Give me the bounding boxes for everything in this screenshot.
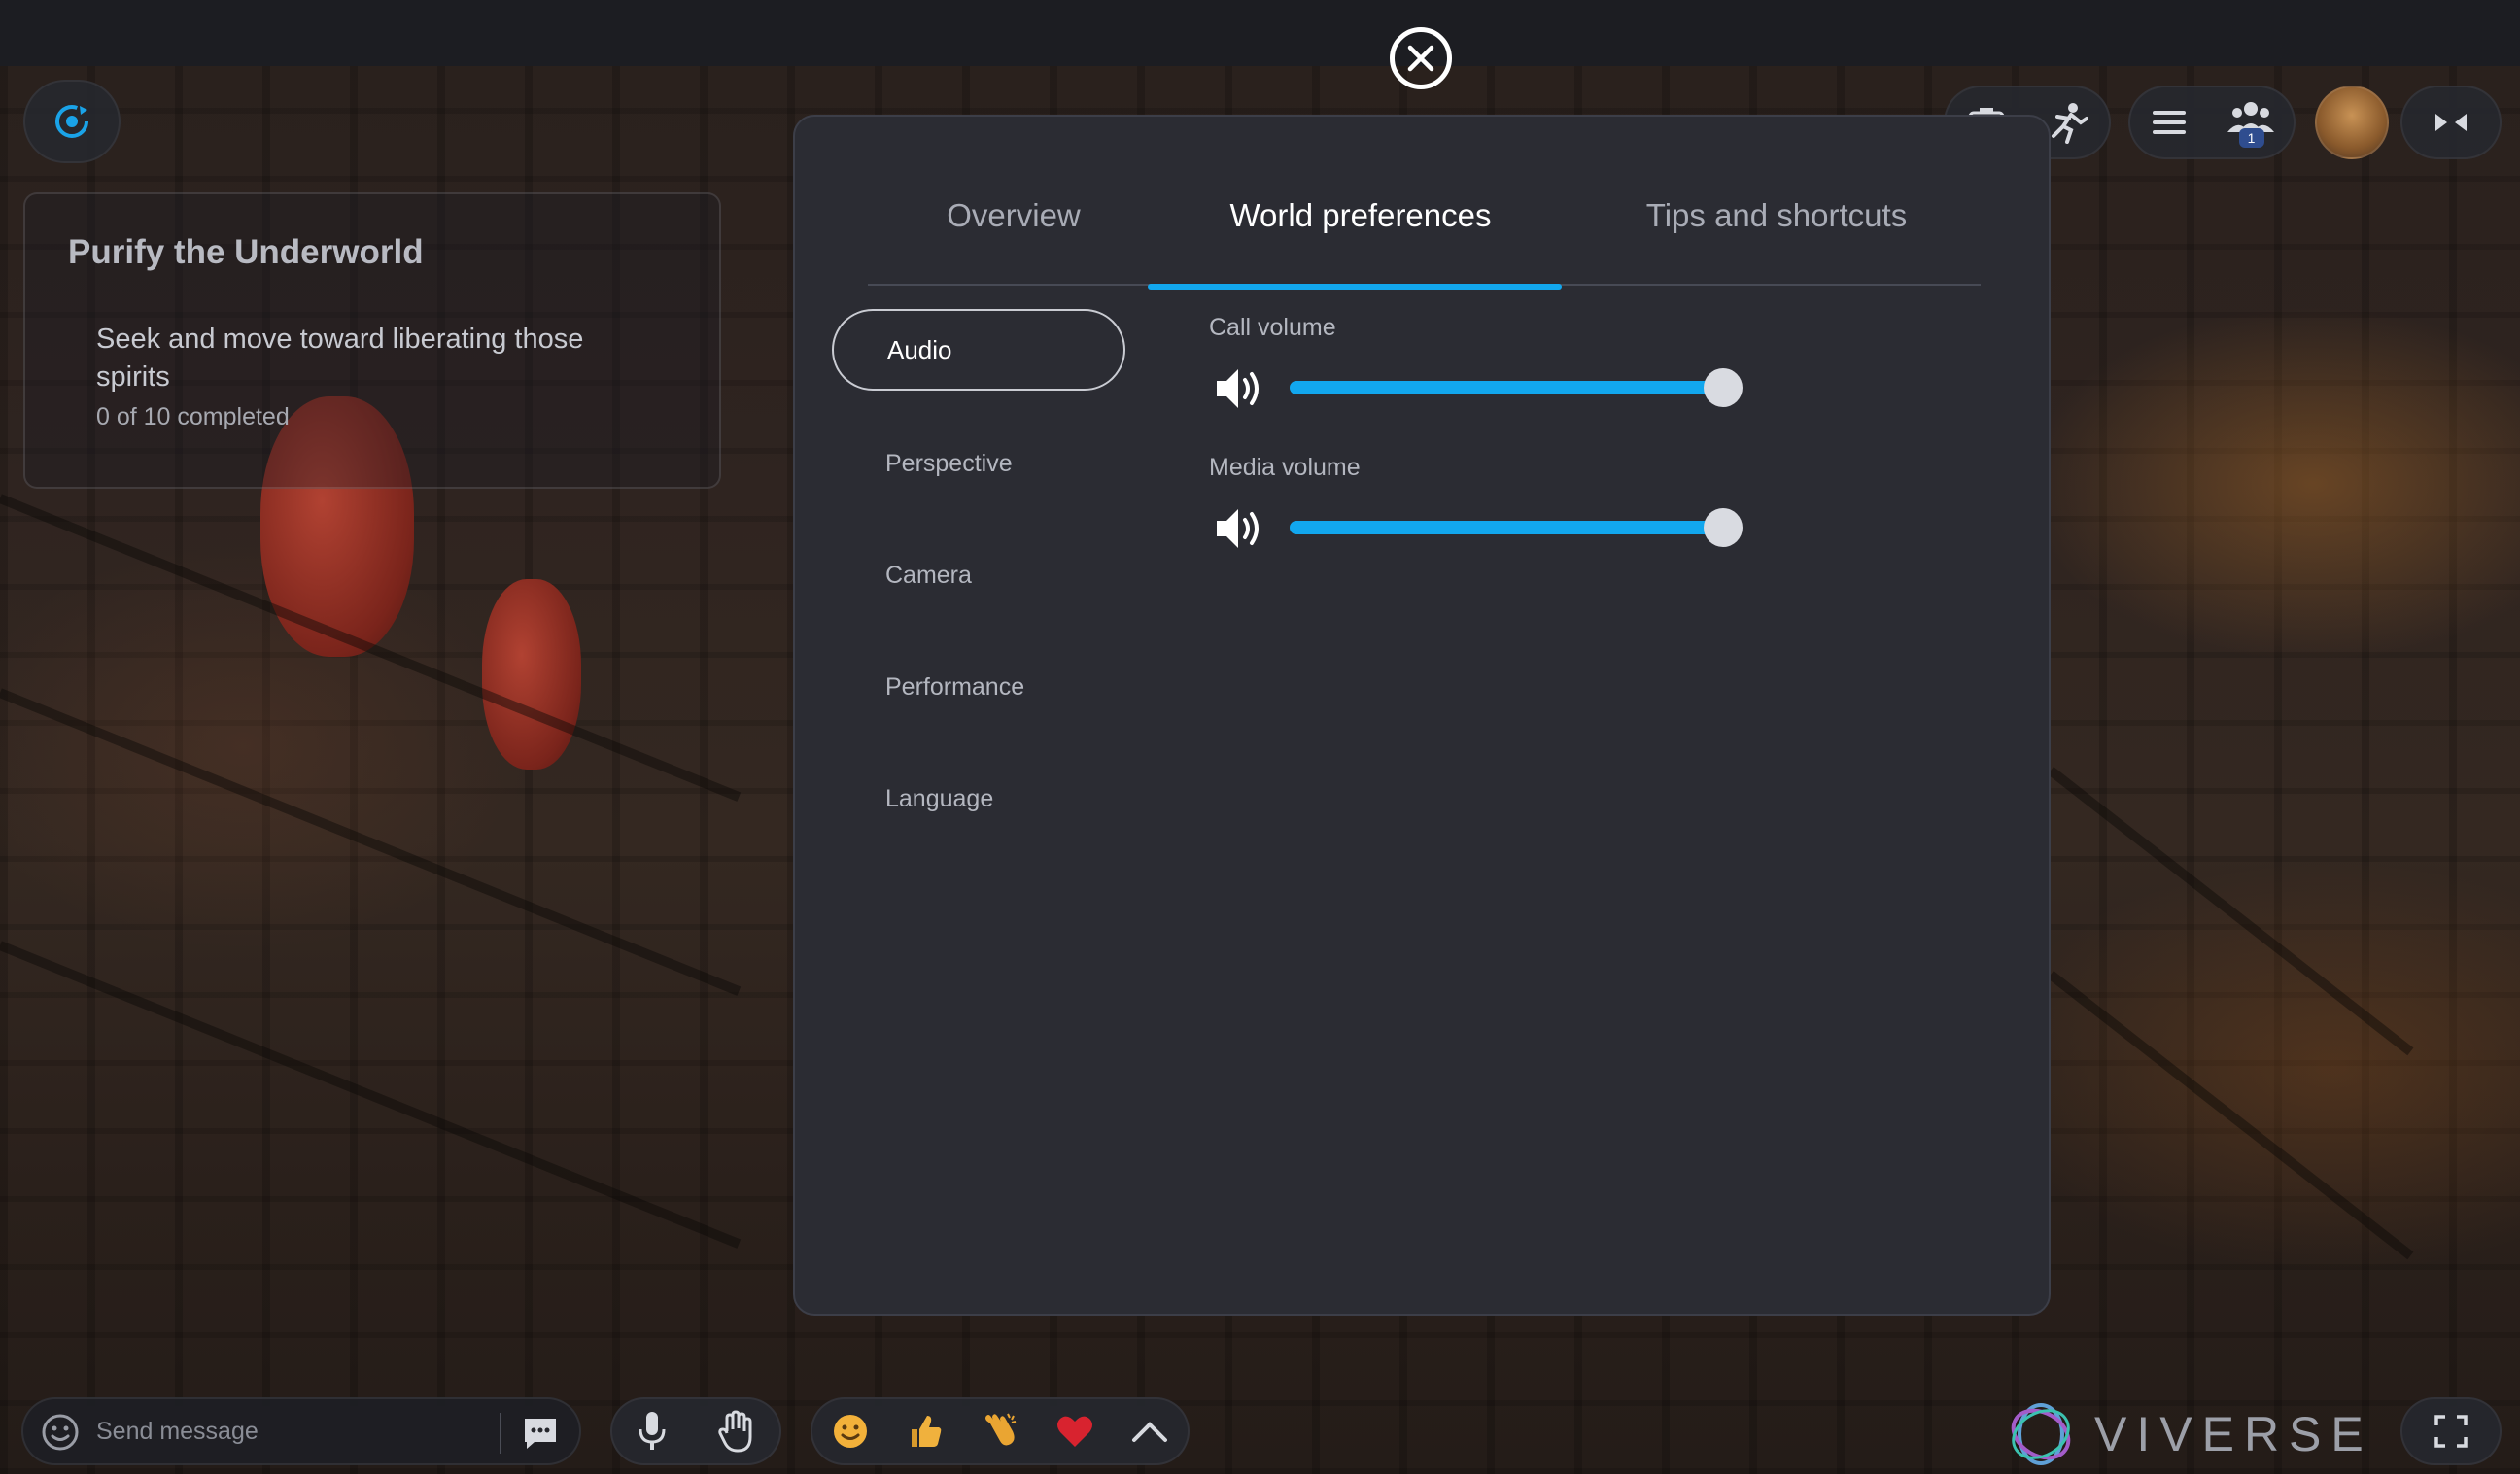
quest-card: Purify the Underworld Seek and move towa… — [23, 192, 721, 489]
reactions-bar — [811, 1397, 1190, 1465]
staircase-rail — [0, 688, 742, 996]
thumbs-up-emoji-icon[interactable] — [906, 1412, 945, 1451]
emoji-picker-icon[interactable] — [41, 1413, 80, 1452]
red-lantern — [482, 579, 581, 770]
sidebar-item-label: Performance — [885, 672, 1025, 701]
collapse-toolbar-button[interactable] — [2400, 86, 2502, 159]
media-volume-label: Media volume — [1209, 454, 1361, 481]
tab-world-preferences[interactable]: World preferences — [1148, 146, 1562, 290]
viverse-logo: VIVERSE — [2005, 1402, 2374, 1466]
call-volume-label: Call volume — [1209, 314, 1336, 341]
viverse-logo-icon — [2011, 1403, 2071, 1465]
chat-placeholder: Send message — [96, 1418, 259, 1445]
media-volume-slider[interactable] — [1290, 508, 1743, 547]
slider-thumb[interactable] — [1704, 368, 1743, 407]
chat-bubble-icon[interactable] — [521, 1415, 560, 1452]
speaker-icon[interactable] — [1213, 365, 1265, 412]
avatar[interactable] — [2315, 86, 2389, 159]
call-volume-slider[interactable] — [1290, 368, 1743, 407]
chat-input-box[interactable]: Send message — [21, 1397, 581, 1465]
fullscreen-button[interactable] — [2400, 1397, 2502, 1465]
tab-overview[interactable]: Overview — [868, 146, 1159, 286]
clap-emoji-icon[interactable] — [981, 1412, 1019, 1451]
slider-fill — [1290, 381, 1723, 394]
tab-world-preferences-label: World preferences — [1229, 197, 1492, 233]
quest-description: Seek and move toward liberating those sp… — [96, 324, 584, 393]
sidebar-item-label: Language — [885, 784, 994, 812]
staircase-rail — [0, 941, 742, 1249]
microphone-icon[interactable] — [638, 1410, 667, 1453]
quest-refresh-icon — [55, 105, 88, 138]
active-tab-indicator — [1148, 284, 1562, 290]
close-modal-button[interactable] — [1390, 27, 1452, 89]
quest-progress: 0 of 10 completed — [96, 403, 290, 430]
sidebar-item-language[interactable]: Language — [832, 758, 1125, 840]
sidebar-item-label: Camera — [885, 561, 972, 589]
sidebar-item-perspective[interactable]: Perspective — [832, 423, 1125, 504]
sidebar-item-performance[interactable]: Performance — [832, 646, 1125, 728]
participants-badge: 1 — [2238, 128, 2264, 148]
menu-icon[interactable] — [2151, 108, 2188, 137]
raise-hand-icon[interactable] — [717, 1410, 754, 1453]
sidebar-item-camera[interactable]: Camera — [832, 534, 1125, 616]
top-bar — [0, 0, 2520, 66]
smile-emoji-icon[interactable] — [831, 1412, 870, 1451]
sidebar-item-label: Audio — [887, 334, 952, 364]
divider — [500, 1413, 501, 1454]
menu-pill: 1 — [2128, 86, 2296, 159]
participants-button[interactable]: 1 — [2227, 99, 2274, 148]
voice-controls — [610, 1397, 781, 1465]
collapse-arrows-icon — [2435, 114, 2467, 131]
settings-tabs: Overview World preferences Tips and shor… — [868, 146, 1981, 290]
quest-button[interactable] — [23, 80, 121, 163]
quest-title: Purify the Underworld — [68, 233, 424, 271]
fullscreen-icon — [2434, 1415, 2468, 1448]
emote-run-icon[interactable] — [2048, 101, 2088, 144]
close-icon — [1407, 45, 1434, 72]
chevron-up-icon[interactable] — [1130, 1419, 1169, 1444]
brand-name: VIVERSE — [2094, 1407, 2373, 1461]
tab-tips-and-shortcuts[interactable]: Tips and shortcuts — [1587, 146, 1966, 286]
tab-tips-and-shortcuts-label: Tips and shortcuts — [1645, 197, 1908, 233]
tab-overview-label: Overview — [947, 197, 1081, 233]
slider-fill — [1290, 521, 1723, 534]
slider-thumb[interactable] — [1704, 508, 1743, 547]
heart-emoji-icon[interactable] — [1055, 1413, 1094, 1450]
sidebar-item-label: Perspective — [885, 449, 1013, 477]
sidebar-item-audio[interactable]: Audio — [832, 309, 1125, 391]
settings-modal: Overview World preferences Tips and shor… — [793, 115, 2051, 1316]
speaker-icon[interactable] — [1213, 505, 1265, 552]
